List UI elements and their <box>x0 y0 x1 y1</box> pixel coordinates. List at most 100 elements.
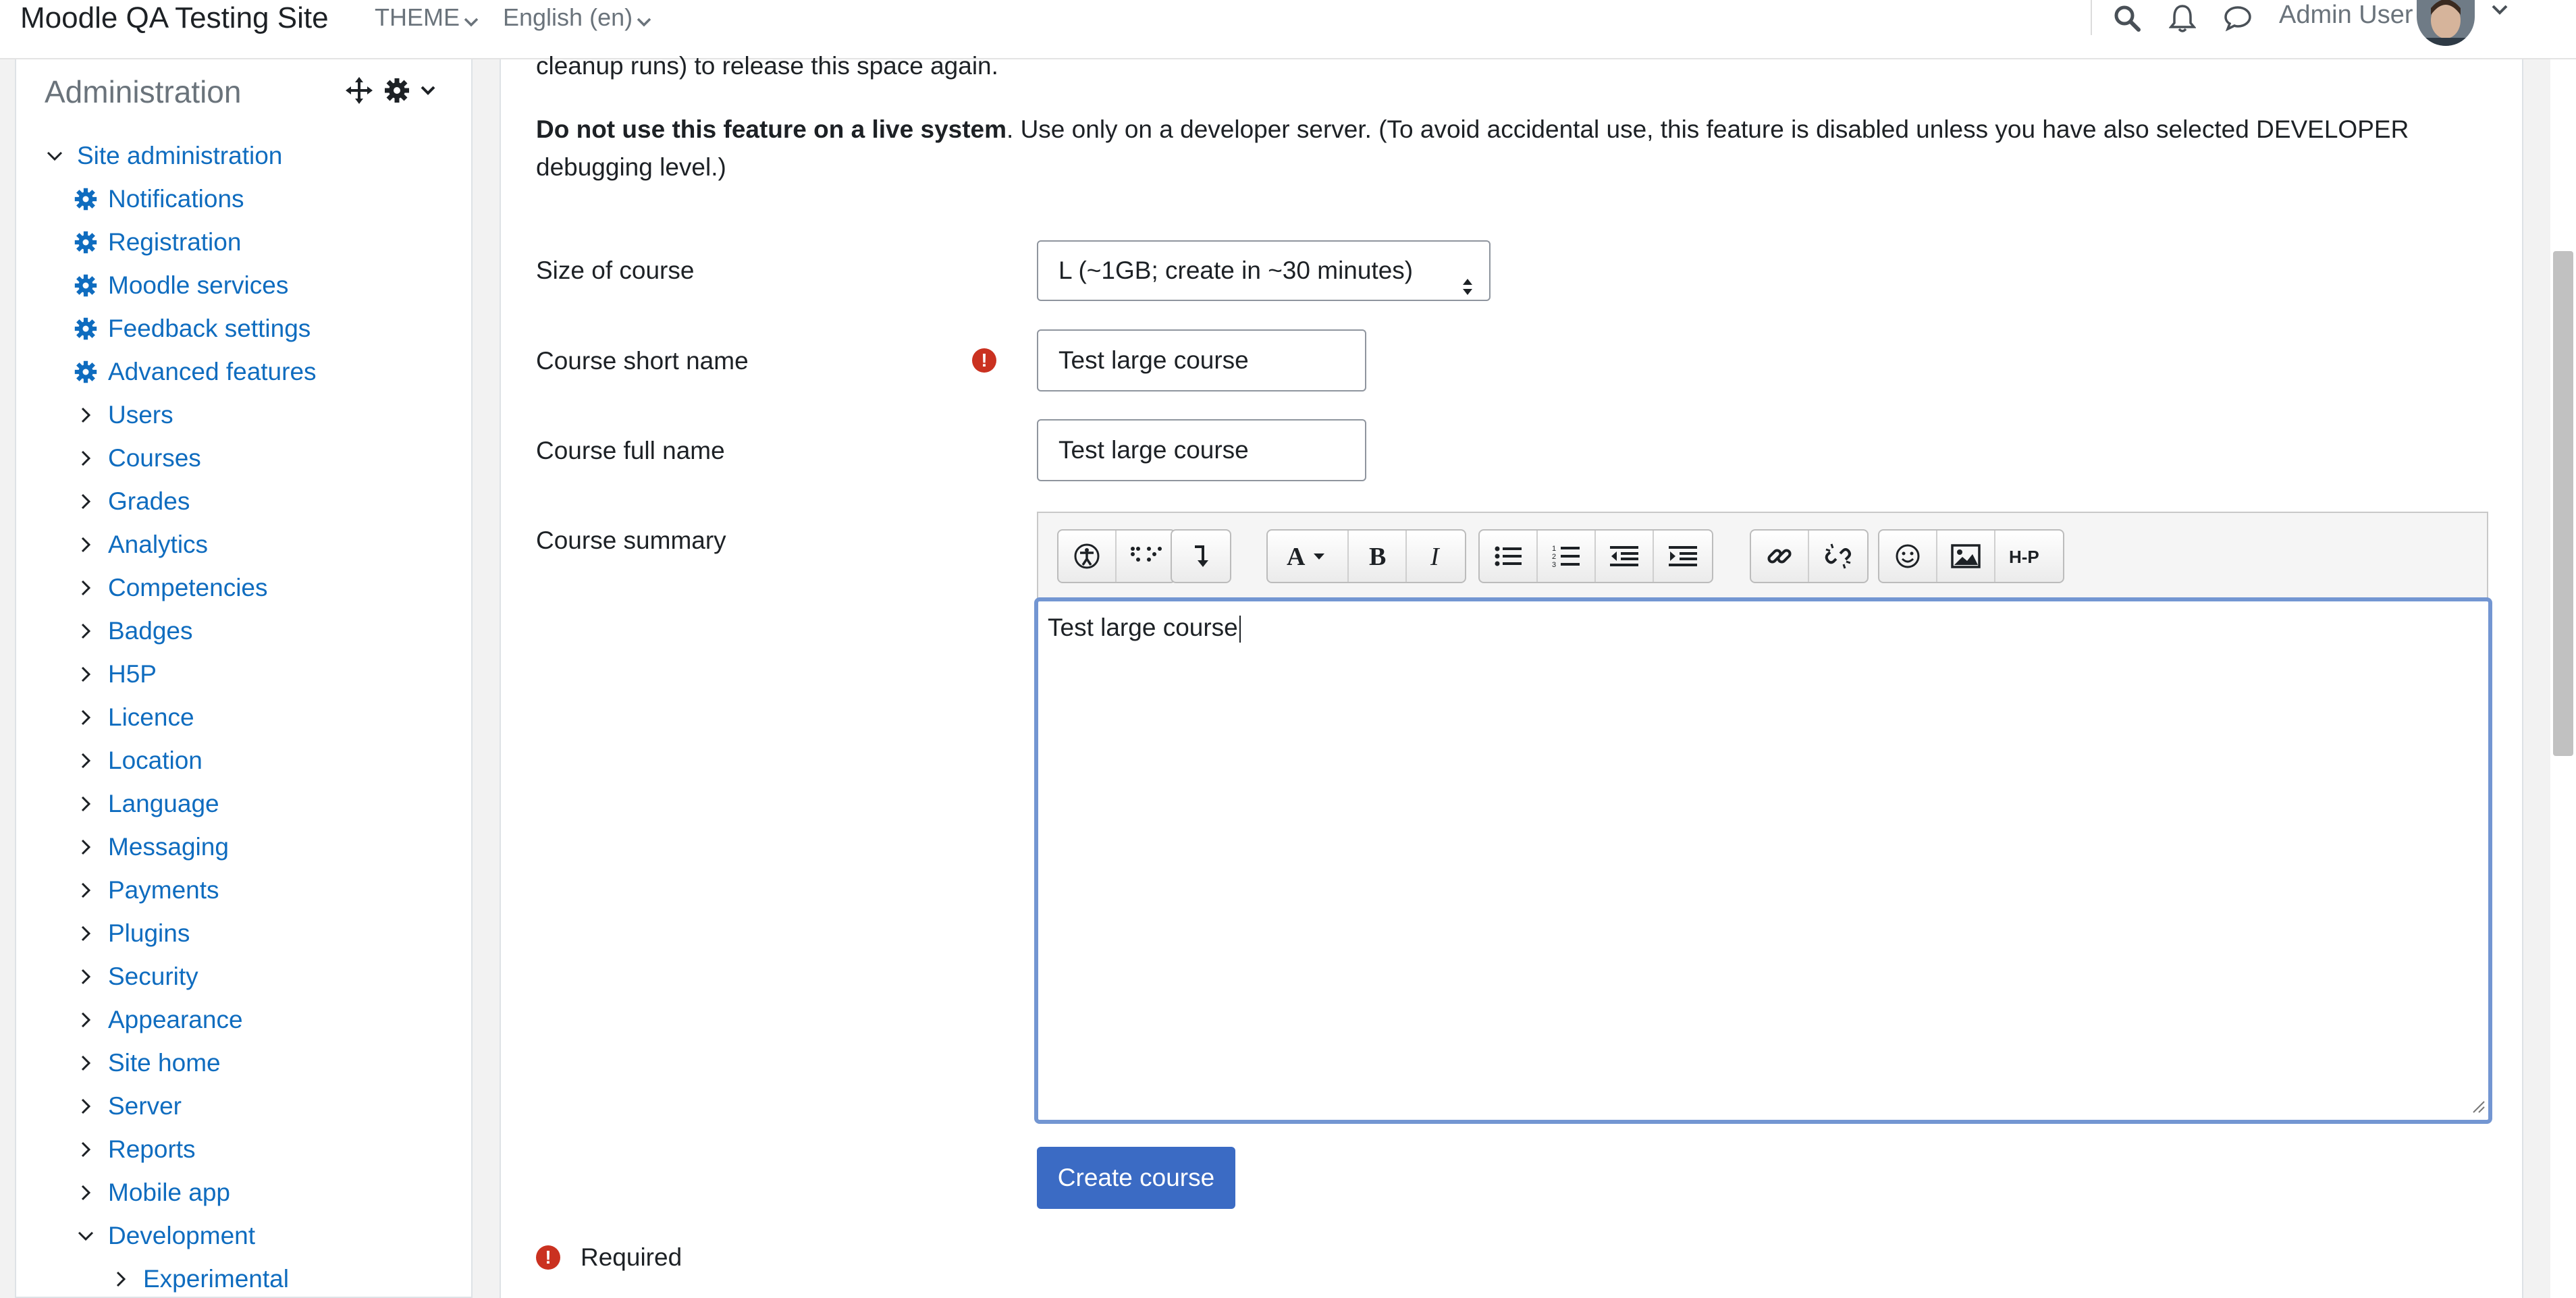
sidebar-item-label: Appearance <box>108 1006 243 1033</box>
user-name[interactable]: Admin User <box>2279 0 2413 30</box>
sidebar-item-licence[interactable]: Licence <box>72 701 194 734</box>
sidebar-item-users[interactable]: Users <box>72 398 173 432</box>
ordered-list-icon[interactable]: 123 <box>1538 531 1596 582</box>
sidebar-item-feedback-settings[interactable]: Feedback settings <box>72 312 311 346</box>
create-course-button[interactable]: Create course <box>1037 1147 1235 1209</box>
sidebar-item-analytics[interactable]: Analytics <box>72 528 208 562</box>
avatar[interactable] <box>2417 0 2475 46</box>
sidebar-item-label: Server <box>108 1092 182 1120</box>
sidebar-item-site-home[interactable]: Site home <box>72 1046 221 1080</box>
sidebar-item-label: Courses <box>108 444 201 472</box>
theme-menu-label: THEME <box>375 3 460 31</box>
theme-menu[interactable]: THEME <box>375 3 479 34</box>
chevron-right-icon <box>72 876 100 904</box>
chevron-right-icon <box>72 1179 100 1207</box>
sidebar-item-server[interactable]: Server <box>72 1089 182 1123</box>
course-short-name-label: Course short name <box>536 347 749 375</box>
sidebar-item-security[interactable]: Security <box>72 960 198 994</box>
show-more-buttons-icon[interactable] <box>1172 531 1230 582</box>
sidebar-item-h5p[interactable]: H5P <box>72 657 157 691</box>
sidebar-item-label: Advanced features <box>108 358 317 385</box>
accessibility-checker-icon[interactable] <box>1058 531 1117 582</box>
emoticon-icon[interactable] <box>1879 531 1937 582</box>
sidebar-item-advanced-features[interactable]: Advanced features <box>72 355 317 389</box>
sidebar-item-label: Analytics <box>108 531 209 558</box>
size-of-course-label: Size of course <box>536 256 695 284</box>
bell-icon[interactable] <box>2166 1 2199 35</box>
course-short-name-input[interactable]: Test large course <box>1037 329 1366 391</box>
chevron-right-icon <box>72 703 100 732</box>
chevron-down-icon <box>41 142 69 170</box>
unordered-list-icon[interactable] <box>1480 531 1538 582</box>
sidebar-item-language[interactable]: Language <box>72 787 219 821</box>
sidebar-item-appearance[interactable]: Appearance <box>72 1003 243 1037</box>
required-legend-label: Required <box>581 1243 682 1271</box>
chevron-down-icon <box>72 1222 100 1250</box>
size-of-course-select[interactable]: L (~1GB; create in ~30 minutes) <box>1037 240 1491 301</box>
paragraph-styles-icon[interactable]: A <box>1268 531 1349 582</box>
chevron-right-icon <box>107 1265 135 1293</box>
editor-content[interactable]: Test large course <box>1048 611 1241 645</box>
chevron-down-icon[interactable] <box>420 85 436 99</box>
chevron-right-icon <box>72 833 100 861</box>
sidebar-item-reports[interactable]: Reports <box>72 1133 196 1166</box>
h5p-icon[interactable]: H-P <box>1995 531 2063 582</box>
sidebar-item-label: Development <box>108 1222 256 1249</box>
sidebar-item-messaging[interactable]: Messaging <box>72 830 229 864</box>
sidebar-item-label: Grades <box>108 487 190 515</box>
svg-text:A: A <box>1287 543 1306 570</box>
course-summary-editor[interactable]: Test large course <box>1034 597 2492 1124</box>
page-scrollbar-thumb[interactable] <box>2553 251 2573 756</box>
sidebar-item-grades[interactable]: Grades <box>72 485 190 518</box>
resize-handle-icon[interactable] <box>2471 1099 2486 1117</box>
indent-icon[interactable] <box>1654 531 1712 582</box>
screenreader-helper-icon[interactable] <box>1117 531 1175 582</box>
course-summary-label: Course summary <box>536 526 726 554</box>
sidebar-item-label: Plugins <box>108 919 190 947</box>
sidebar-item-label: Mobile app <box>108 1179 231 1206</box>
user-menu-chevron-icon[interactable] <box>2491 4 2508 20</box>
chevron-down-icon <box>637 4 651 34</box>
block-controls <box>344 72 436 112</box>
move-icon[interactable] <box>344 76 374 109</box>
sidebar-item-courses[interactable]: Courses <box>72 441 201 475</box>
unlink-icon[interactable] <box>1809 531 1867 582</box>
chevron-right-icon <box>72 617 100 645</box>
course-full-name-input[interactable]: Test large course <box>1037 419 1366 481</box>
sidebar-item-location[interactable]: Location <box>72 744 203 778</box>
sidebar-item-site-administration[interactable]: Site administration <box>41 139 282 173</box>
sidebar-item-label: Messaging <box>108 833 229 861</box>
sidebar-item-competencies[interactable]: Competencies <box>72 571 268 605</box>
language-menu[interactable]: English (en) <box>503 3 651 34</box>
sidebar-item-moodle-services[interactable]: Moodle services <box>72 269 288 302</box>
editor-toolbar: A B I 123 H-P <box>1037 512 2488 599</box>
chevron-right-icon <box>72 1135 100 1164</box>
bold-icon[interactable]: B <box>1349 531 1407 582</box>
sidebar-item-development[interactable]: Development <box>72 1219 255 1253</box>
sidebar-item-mobile-app[interactable]: Mobile app <box>72 1176 230 1210</box>
site-name[interactable]: Moodle QA Testing Site <box>20 0 329 36</box>
editor-text: Test large course <box>1048 614 1238 641</box>
sidebar-item-plugins[interactable]: Plugins <box>72 917 190 950</box>
sidebar-item-notifications[interactable]: Notifications <box>72 182 244 216</box>
svg-text:1: 1 <box>1552 545 1556 553</box>
toolbar-group-style: A B I <box>1266 529 1466 583</box>
sidebar-item-experimental[interactable]: Experimental <box>107 1262 289 1296</box>
warning-line2: debugging level.) <box>536 153 726 181</box>
sidebar-item-badges[interactable]: Badges <box>72 614 193 648</box>
search-icon[interactable] <box>2110 1 2144 35</box>
svg-text:B: B <box>1369 543 1386 570</box>
sidebar-item-registration[interactable]: Registration <box>72 225 241 259</box>
gear-icon[interactable] <box>383 77 410 107</box>
chevron-right-icon <box>72 660 100 688</box>
message-icon[interactable] <box>2221 1 2255 35</box>
outdent-icon[interactable] <box>1596 531 1654 582</box>
italic-icon[interactable]: I <box>1407 531 1465 582</box>
toolbar-group-insert: H-P <box>1878 529 2064 583</box>
required-icon: ! <box>972 348 996 373</box>
link-icon[interactable] <box>1751 531 1809 582</box>
image-icon[interactable] <box>1937 531 1995 582</box>
sidebar-item-payments[interactable]: Payments <box>72 873 219 907</box>
main-region: cleanup runs) to release this space agai… <box>500 52 2523 1298</box>
chevron-down-icon <box>464 4 479 34</box>
